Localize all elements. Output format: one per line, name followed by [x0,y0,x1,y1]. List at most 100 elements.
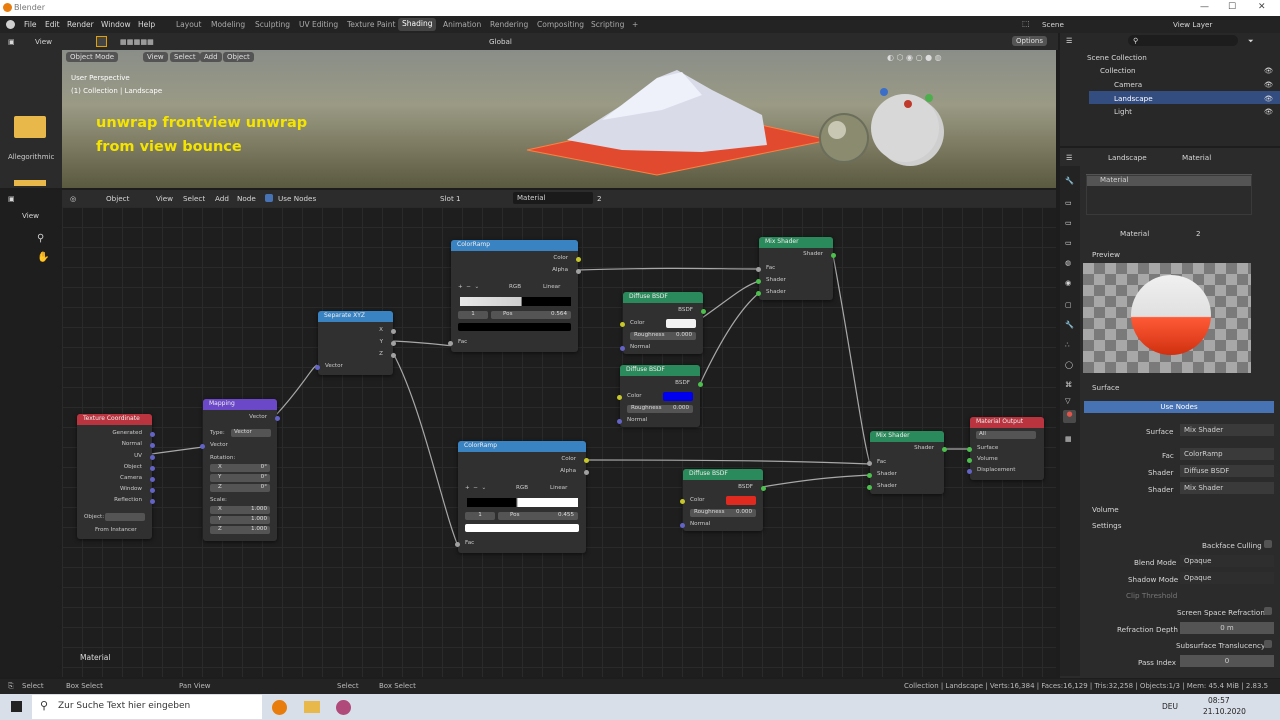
tab-texture-paint[interactable]: Texture Paint [347,20,395,29]
node-mix-shader-1[interactable]: Mix Shader Shader Fac Shader Shader [756,237,836,300]
outliner-search-input[interactable] [1128,35,1238,46]
socket[interactable] [942,447,947,452]
socket[interactable] [455,542,460,547]
maximize-button[interactable]: ☐ [1228,2,1236,12]
menu-help[interactable]: Help [138,20,155,29]
object-picker[interactable] [105,513,145,521]
interpolation[interactable]: Linear [543,284,560,290]
material-name-field[interactable]: Material [513,192,593,204]
material-datablock[interactable]: Material [1120,229,1149,238]
color-ramp-bar[interactable] [467,498,578,507]
folder-icon-2[interactable] [14,180,46,186]
socket[interactable] [576,257,581,262]
ne-menu-add[interactable]: Add [215,194,229,203]
stop-index[interactable]: 1 [465,512,495,520]
node-texture-coordinate[interactable]: Texture Coordinate Generated Normal UV O… [77,414,155,539]
editor-type-icon-3[interactable]: ◎ [70,194,76,203]
object-context-selector[interactable]: Object [106,194,129,203]
tab-animation[interactable]: Animation [443,20,481,29]
node-diffuse-bsdf-3[interactable]: Diffuse BSDF BSDF Color Roughness 0.000 N… [680,469,766,531]
shader-1-value[interactable]: Diffuse BSDF [1180,465,1274,477]
tab-compositing[interactable]: Compositing [537,20,584,29]
add-workspace-button[interactable]: + [632,20,638,29]
vp-menu-select[interactable]: Select [170,52,200,62]
material-users[interactable]: 2 [1196,229,1201,238]
socket[interactable] [150,443,155,448]
visibility-eye-icon[interactable]: 👁 [1264,66,1273,75]
select-tool-icon[interactable] [96,36,107,47]
tab-shading[interactable]: Shading [398,18,437,31]
color-mode[interactable]: RGB [516,485,528,491]
material-tab-icon[interactable]: ● [1063,410,1076,423]
socket[interactable] [150,455,155,460]
view-layer-selector[interactable]: View Layer [1173,20,1212,29]
socket[interactable] [867,473,872,478]
scale-x[interactable]: X 1.000 [210,506,270,514]
socket[interactable] [275,416,280,421]
outliner-item-landscape[interactable]: Landscape [1114,94,1153,103]
node-mix-shader-2[interactable]: Mix Shader Shader Fac Shader Shader [867,431,947,494]
color-swatch[interactable] [666,319,696,328]
texture-tab-icon[interactable]: ▦ [1065,434,1072,443]
target-selector[interactable]: All [976,431,1036,439]
taskbar-search-input[interactable]: ⚲ Zur Suche Text hier eingeben [32,695,262,719]
editor-type-icon-2[interactable]: ▣ [8,194,15,203]
editor-type-icon[interactable]: ▣ [8,37,15,46]
color-swatch[interactable] [726,496,756,505]
socket[interactable] [967,447,972,452]
editor-type-icon-5[interactable]: ☰ [1066,153,1072,162]
node-mapping[interactable]: Mapping Vector Type: Vector Vector Rotat… [200,399,280,541]
socket[interactable] [150,466,155,471]
socket[interactable] [315,365,320,370]
menu-window[interactable]: Window [101,20,131,29]
socket[interactable] [617,419,622,424]
node-colorramp-2[interactable]: ColorRamp Color Alpha + − ⌄ RGB Linear 1… [455,441,589,553]
surface-panel-header[interactable]: Surface [1092,383,1119,392]
stop-index[interactable]: 1 [458,311,488,319]
socket[interactable] [620,346,625,351]
visibility-eye-icon[interactable]: 👁 [1264,94,1273,103]
windows-start-icon[interactable] [11,701,22,712]
tab-rendering[interactable]: Rendering [490,20,528,29]
socket[interactable] [701,309,706,314]
blender-menu-icon[interactable] [6,20,15,29]
ramp-controls[interactable]: + − ⌄ [465,485,486,491]
socket[interactable] [761,486,766,491]
roughness-field[interactable]: Roughness 0.000 [627,405,693,413]
clock-date[interactable]: 21.10.2020 [1203,707,1246,716]
socket[interactable] [150,499,155,504]
socket[interactable] [756,279,761,284]
sst-checkbox[interactable] [1264,640,1272,648]
scene-selector[interactable]: Scene [1042,20,1064,29]
socket[interactable] [867,461,872,466]
socket[interactable] [680,499,685,504]
tool-tab-icon[interactable]: 🔧 [1065,176,1074,185]
node-diffuse-bsdf-1[interactable]: Diffuse BSDF BSDF Color Roughness 0.000 N… [620,292,706,354]
viewport-shading-icons[interactable]: ◐ ⬡ ◉ ○ ● ◍ [887,53,942,62]
socket[interactable] [200,444,205,449]
node-colorramp-1[interactable]: ColorRamp Color Alpha + − ⌄ RGB Linear 1… [448,240,581,352]
color-ramp-bar[interactable] [460,297,571,306]
ramp-controls[interactable]: + − ⌄ [458,284,479,290]
interpolation[interactable]: Linear [550,485,567,491]
vp-menu-object[interactable]: Object [223,52,254,62]
socket[interactable] [584,458,589,463]
color-mode[interactable]: RGB [509,284,521,290]
roughness-field[interactable]: Roughness 0.000 [630,332,696,340]
use-nodes-button[interactable]: Use Nodes [1084,401,1274,413]
output-tab-icon[interactable]: ▭ [1065,218,1072,227]
outliner-item-camera[interactable]: Camera [1114,80,1142,89]
socket[interactable] [698,382,703,387]
vp-menu-view[interactable]: View [143,52,168,62]
rotation-y[interactable]: Y 0° [210,474,270,482]
socket[interactable] [867,485,872,490]
menu-edit[interactable]: Edit [45,20,60,29]
view-layer-tab-icon[interactable]: ▭ [1065,238,1072,247]
backface-culling-checkbox[interactable] [1264,540,1272,548]
refraction-depth-field[interactable]: 0 m [1180,622,1274,634]
mode-selector[interactable]: Object Mode [66,52,119,62]
scale-z[interactable]: Z 1.000 [210,526,270,534]
settings-panel-header[interactable]: Settings [1092,521,1121,530]
node-editor-canvas[interactable]: Texture Coordinate Generated Normal UV O… [62,207,1056,677]
options-button[interactable]: Options [1012,36,1048,46]
